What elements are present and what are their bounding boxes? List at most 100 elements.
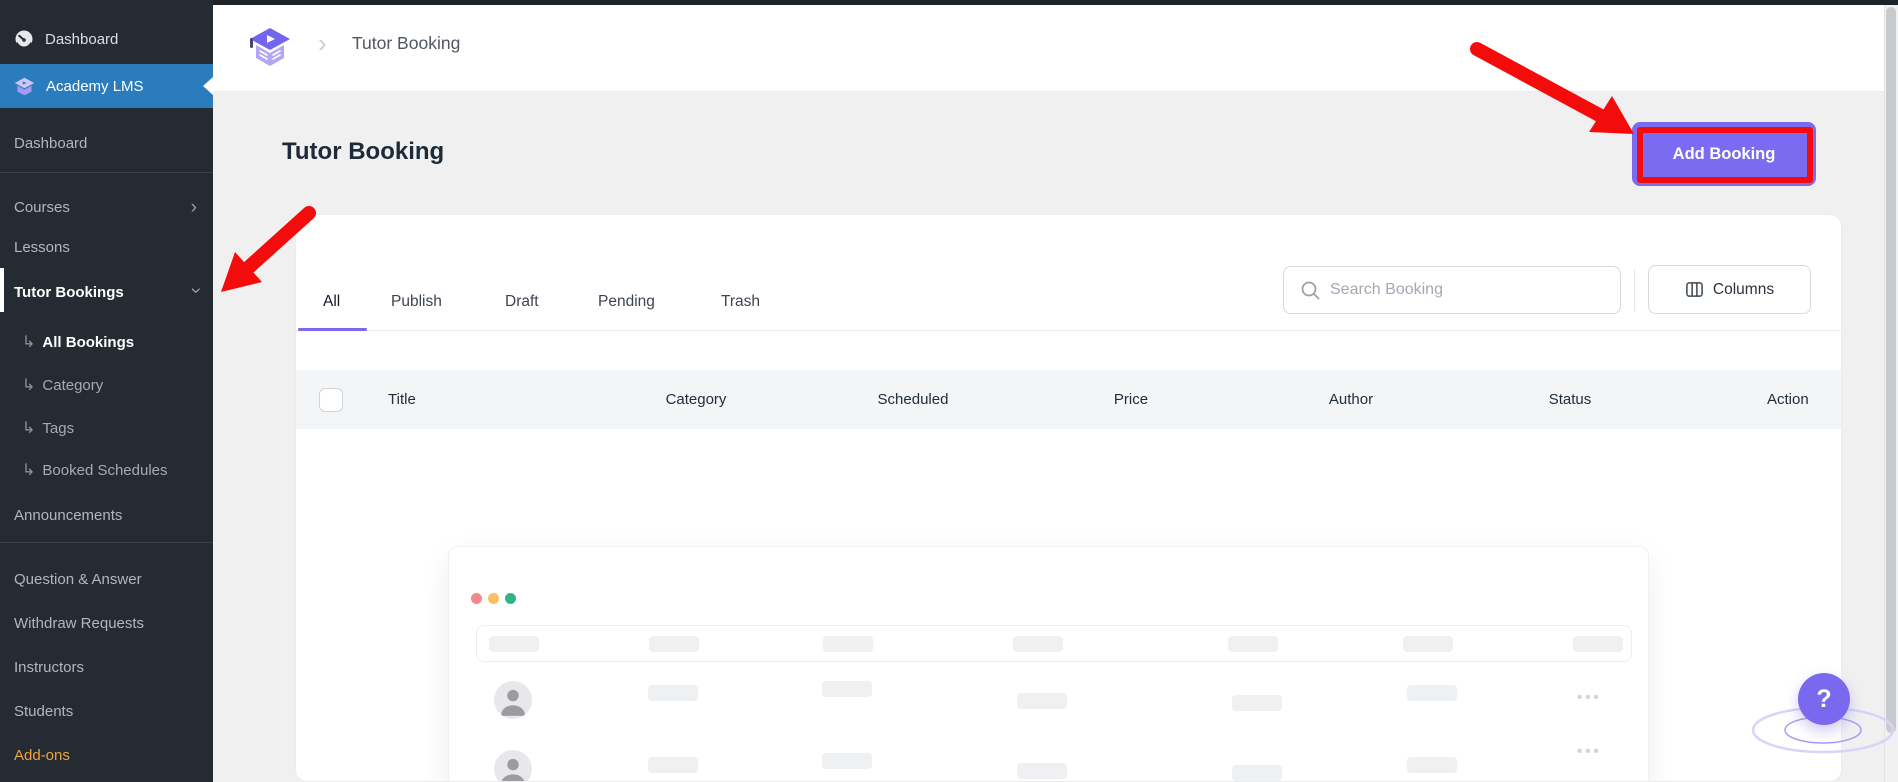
gauge-icon: [14, 29, 34, 49]
sidebar-item-label: Withdraw Requests: [14, 614, 145, 632]
skeleton-block: [823, 636, 873, 652]
skeleton-block: [1017, 763, 1067, 779]
sidebar-item-label: All Bookings: [42, 333, 135, 351]
page-title: Tutor Booking: [282, 138, 445, 165]
skeleton-block: [1407, 685, 1457, 701]
column-header-action: Action: [1767, 391, 1809, 408]
breadcrumb-chevron-icon: ›: [318, 28, 327, 58]
sidebar-divider: [0, 172, 213, 173]
academy-lms-logo[interactable]: [247, 25, 293, 76]
submenu-arrow-icon: ↳: [22, 420, 36, 437]
skeleton-block: [1573, 636, 1623, 652]
sidebar-item-label: Announcements: [14, 506, 123, 524]
sidebar-item-label: Instructors: [14, 658, 85, 676]
help-button-label: ?: [1816, 684, 1832, 713]
app-window: Dashboard Academy LMS Dashboard Courses …: [0, 0, 1898, 782]
sidebar-item-label: Add-ons: [14, 746, 70, 764]
sidebar-item-tags[interactable]: ↳ Tags: [0, 412, 213, 444]
sidebar-item-tutor-bookings[interactable]: Tutor Bookings ›: [0, 268, 213, 312]
column-header-status: Status: [1548, 391, 1592, 408]
tab-all[interactable]: All: [323, 293, 340, 311]
skeleton-block: [649, 636, 699, 652]
active-menu-arrow: [203, 77, 213, 95]
sidebar-item-label: Category: [42, 376, 104, 394]
sidebar-item-add-ons[interactable]: Add-ons: [0, 738, 213, 772]
skeleton-block: [1403, 636, 1453, 652]
skeleton-block: [822, 681, 872, 697]
active-item-bar: [0, 268, 4, 312]
tab-draft[interactable]: Draft: [505, 293, 539, 311]
search-icon: [1300, 280, 1321, 306]
column-header-price: Price: [1113, 391, 1149, 408]
sidebar-item-courses[interactable]: Courses ›: [0, 190, 213, 224]
avatar: [494, 750, 532, 781]
sidebar-item-label: Dashboard: [45, 30, 119, 48]
skeleton-block: [1232, 765, 1282, 781]
graduation-cap-icon: [14, 76, 35, 97]
tab-pending[interactable]: Pending: [598, 293, 655, 311]
sidebar-item-withdraw-requests[interactable]: Withdraw Requests: [0, 606, 213, 640]
columns-button[interactable]: Columns: [1648, 265, 1811, 314]
skeleton-dot-green: [505, 593, 516, 604]
empty-state-skeleton: ••• •••: [448, 546, 1649, 781]
skeleton-block: [1013, 636, 1063, 652]
column-header-author: Author: [1328, 391, 1374, 408]
skeleton-block: [648, 685, 698, 701]
sidebar-item-category[interactable]: ↳ Category: [0, 369, 213, 401]
sidebar-item-label: Courses: [14, 198, 70, 216]
columns-icon: [1685, 280, 1704, 299]
search-box: [1283, 266, 1621, 314]
skeleton-block: [489, 636, 539, 652]
column-header-scheduled: Scheduled: [877, 391, 949, 408]
toolbar-divider: [1634, 269, 1635, 311]
scrollbar-thumb[interactable]: [1886, 7, 1896, 733]
avatar: [494, 681, 532, 719]
sidebar-item-wp-dashboard[interactable]: Dashboard: [0, 20, 213, 58]
skeleton-block: [822, 753, 872, 769]
sidebar-item-label: Lessons: [14, 238, 70, 256]
bookings-panel: All Publish Draft Pending Trash Columns …: [295, 214, 1842, 782]
sidebar-item-announcements[interactable]: Announcements: [0, 498, 213, 532]
skeleton-dot-amber: [488, 593, 499, 604]
tabs-divider: [296, 330, 1841, 331]
sidebar-item-dashboard[interactable]: Dashboard: [0, 126, 213, 160]
skeleton-block: [1407, 757, 1457, 773]
columns-button-label: Columns: [1712, 280, 1775, 298]
sidebar-item-lessons[interactable]: Lessons: [0, 230, 213, 264]
sidebar-item-booked-schedules[interactable]: ↳ Booked Schedules: [0, 454, 213, 486]
sidebar-item-question-answer[interactable]: Question & Answer: [0, 562, 213, 596]
help-button[interactable]: ?: [1798, 673, 1850, 725]
search-input[interactable]: [1328, 268, 1608, 312]
skeleton-dot-red: [471, 593, 482, 604]
table-header-row: Title Category Scheduled Price Author St…: [296, 370, 1841, 429]
column-header-title: Title: [388, 391, 416, 408]
tab-trash[interactable]: Trash: [721, 293, 760, 311]
row-actions-icon: •••: [1577, 689, 1602, 706]
sidebar-item-academy-lms[interactable]: Academy LMS: [0, 64, 213, 108]
sidebar-item-label: Academy LMS: [46, 77, 144, 95]
row-actions-icon: •••: [1577, 743, 1602, 760]
submenu-arrow-icon: ↳: [22, 462, 36, 479]
tab-publish[interactable]: Publish: [391, 293, 442, 311]
select-all-checkbox[interactable]: [319, 388, 343, 412]
chevron-down-icon: ›: [185, 287, 207, 294]
active-tab-underline: [298, 328, 367, 331]
sidebar-item-label: Tags: [42, 419, 75, 437]
skeleton-block: [648, 757, 698, 773]
admin-sidebar: Dashboard Academy LMS Dashboard Courses …: [0, 0, 213, 782]
sidebar-item-label: Question & Answer: [14, 570, 142, 588]
chevron-right-icon: ›: [190, 196, 197, 218]
skeleton-block: [1228, 636, 1278, 652]
sidebar-item-instructors[interactable]: Instructors: [0, 650, 213, 684]
column-header-category: Category: [665, 391, 727, 408]
add-booking-button[interactable]: Add Booking: [1632, 122, 1816, 186]
submenu-arrow-icon: ↳: [22, 377, 36, 394]
sidebar-item-students[interactable]: Students: [0, 694, 213, 728]
skeleton-block: [1017, 693, 1067, 709]
breadcrumb: Tutor Booking: [352, 33, 461, 53]
sidebar-item-label: Tutor Bookings: [14, 283, 124, 301]
sidebar-item-all-bookings[interactable]: ↳ All Bookings: [0, 326, 213, 358]
submenu-arrow-icon: ↳: [22, 334, 36, 351]
sidebar-divider: [0, 542, 213, 543]
sidebar-item-label: Dashboard: [14, 134, 88, 152]
